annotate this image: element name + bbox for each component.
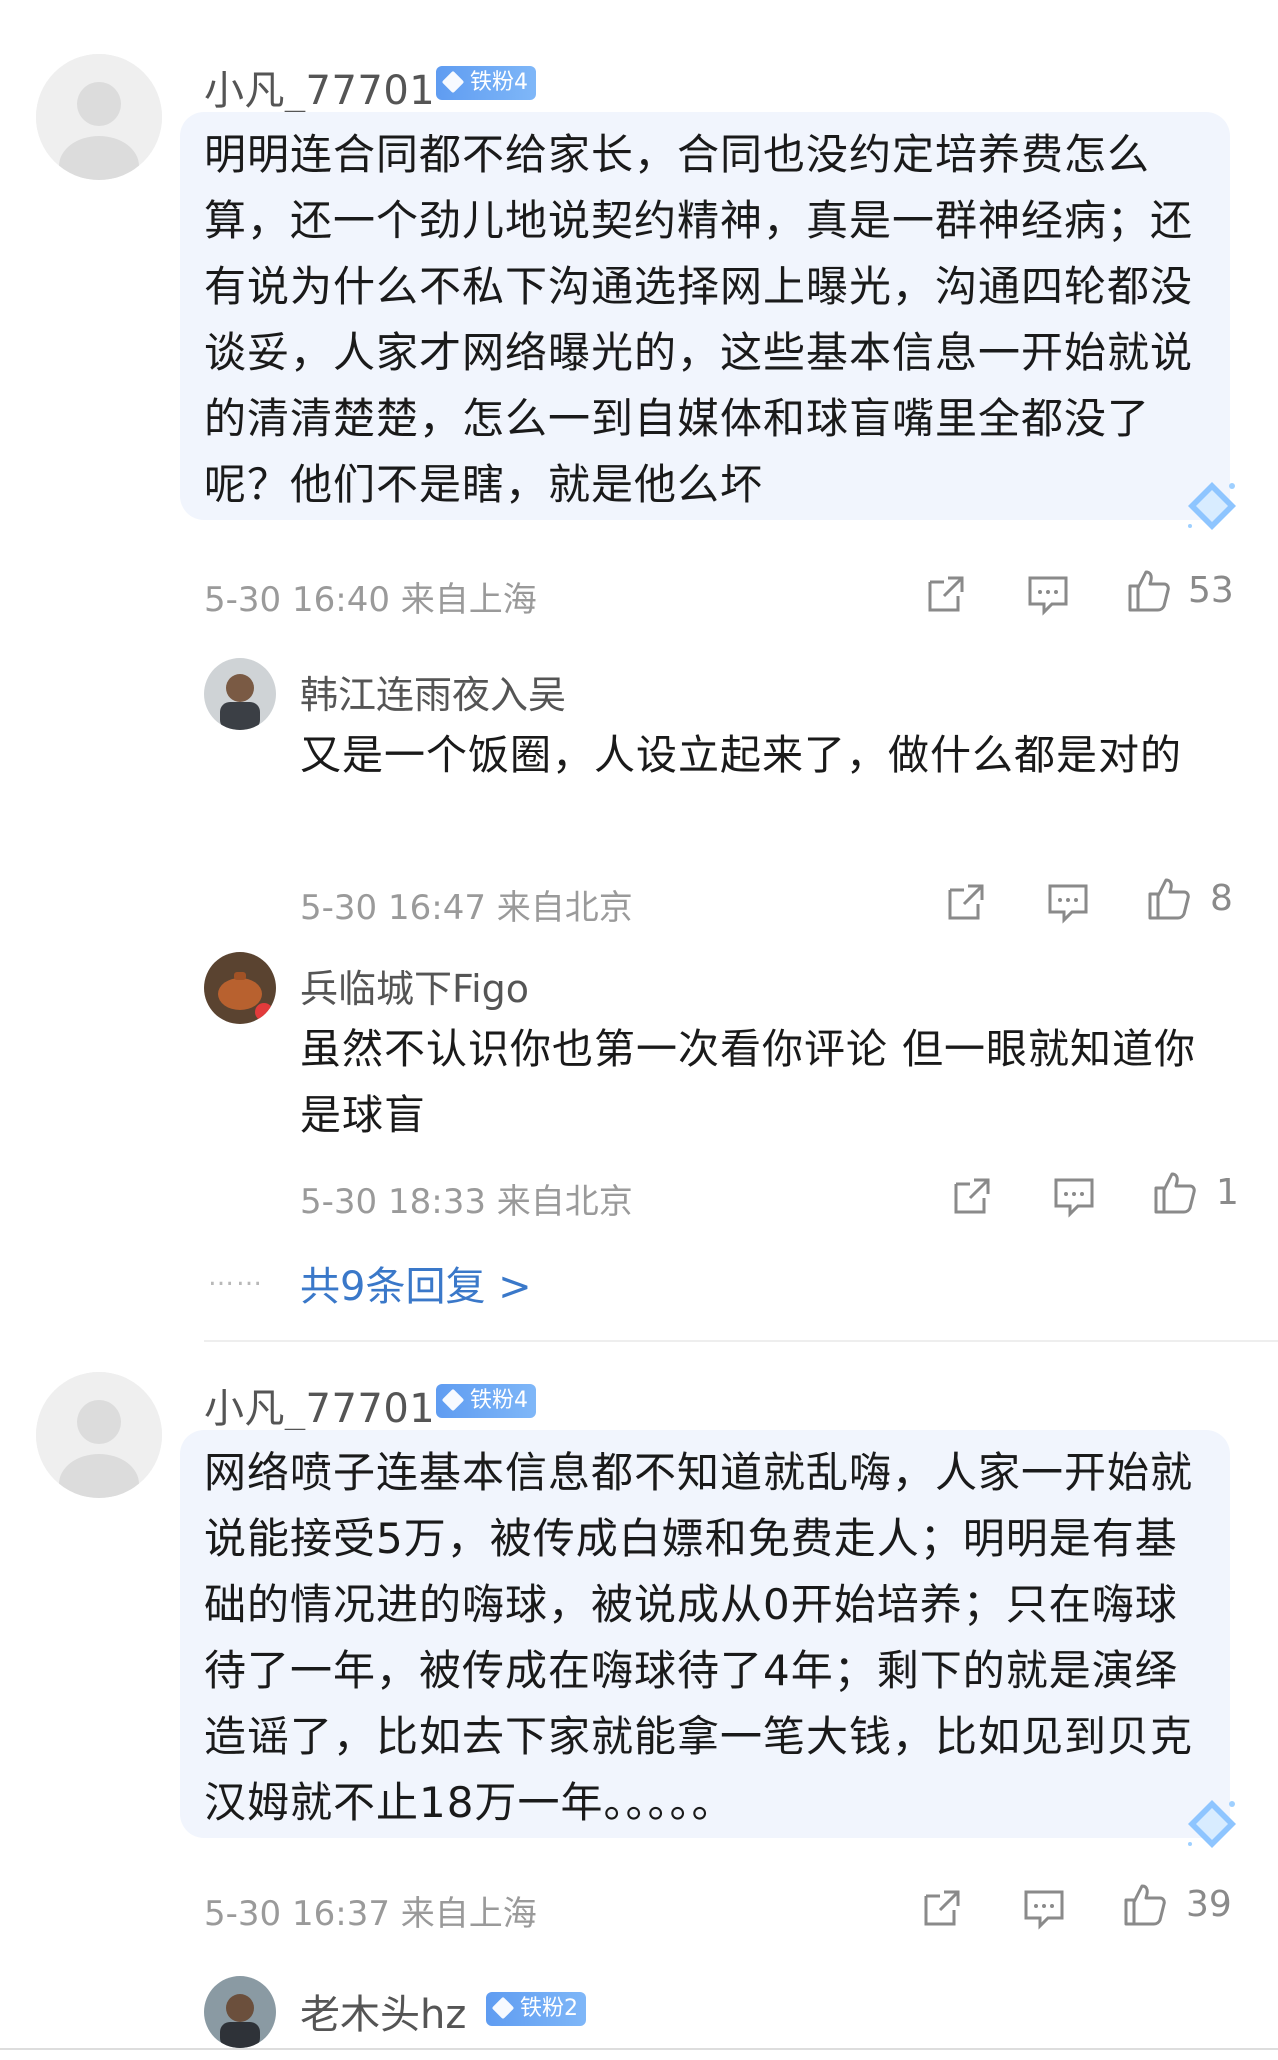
badge-label: 铁粉4: [470, 1388, 528, 1413]
fan-badge[interactable]: 铁粉4: [436, 66, 536, 100]
more-replies-dots: ……: [208, 1262, 264, 1292]
comment-icon: [1048, 884, 1088, 924]
share-icon: [954, 1178, 990, 1214]
avatar-photo-icon: [204, 1976, 276, 2048]
default-avatar-icon: [36, 54, 162, 180]
like-count: 39: [1186, 1884, 1232, 1925]
badge-label: 铁粉4: [470, 70, 528, 95]
reply-avatar[interactable]: [204, 952, 276, 1024]
badge-diamond-icon: [441, 70, 465, 94]
like-icon: [1148, 878, 1190, 920]
comment-text: 网络喷子连基本信息都不知道就乱嗨，人家一开始就说能接受5万，被传成白嫖和免费走人…: [204, 1448, 1194, 1827]
comment-2: 小凡_77701 铁粉4 网络喷子连基本信息都不知道就乱嗨，人家一开始就说能接受…: [0, 1320, 1278, 1980]
share-icon: [924, 1890, 960, 1926]
more-replies-link[interactable]: 共9条回复 >: [300, 1254, 532, 1312]
comment-icon: [1024, 1890, 1064, 1930]
badge-diamond-icon: [441, 1388, 465, 1412]
comment-username[interactable]: 小凡_77701: [204, 1376, 435, 1434]
comment-meta: 5-30 16:37 来自上海: [204, 1894, 537, 1934]
like-icon: [1124, 1884, 1166, 1926]
comment-icon: [1054, 1178, 1094, 1218]
badge-label: 铁粉2: [520, 1996, 578, 2021]
reply-text: 虽然不认识你也第一次看你评论 但一眼就知道你是球盲: [300, 1025, 1197, 1139]
badge-diamond-icon: [491, 1996, 515, 2020]
like-button[interactable]: [1120, 1880, 1168, 1928]
share-icon: [948, 884, 984, 920]
avatar-teapot-icon: [204, 952, 276, 1024]
comment-button[interactable]: [1020, 1884, 1068, 1932]
reply-username[interactable]: 韩江连雨夜入吴: [300, 664, 566, 719]
comment-username[interactable]: 老木头hz: [300, 1982, 466, 2040]
reply-share-button[interactable]: [948, 1172, 996, 1220]
fan-badge[interactable]: 铁粉4: [436, 1384, 536, 1418]
comment-text: 明明连合同都不给家长，合同也没约定培养费怎么算，还一个劲儿地说契约精神，真是一群…: [204, 130, 1194, 509]
reply-meta: 5-30 16:47 来自北京: [300, 888, 633, 928]
share-button[interactable]: [922, 570, 970, 618]
comment-button[interactable]: [1024, 570, 1072, 618]
share-icon: [928, 576, 964, 612]
comment-1: 小凡_77701 铁粉4 明明连合同都不给家长，合同也没约定培养费怎么算，还一个…: [0, 0, 1278, 1320]
share-button[interactable]: [918, 1884, 966, 1932]
avatar-photo-icon: [204, 658, 276, 730]
reply-avatar[interactable]: [204, 1976, 276, 2048]
avatar[interactable]: [36, 54, 162, 180]
like-icon: [1128, 570, 1170, 612]
like-count: 53: [1188, 570, 1234, 611]
reply-comment-button[interactable]: [1050, 1172, 1098, 1220]
reply-like-button[interactable]: [1144, 874, 1192, 922]
default-avatar-icon: [36, 1372, 162, 1498]
reply-comment-button[interactable]: [1044, 878, 1092, 926]
comment-3: 老木头hz 铁粉2: [0, 1970, 1278, 2060]
comment-meta: 5-30 16:40 来自上海: [204, 580, 537, 620]
reply-like-count: 8: [1210, 878, 1233, 919]
like-button[interactable]: [1124, 566, 1172, 614]
reply-meta: 5-30 18:33 来自北京: [300, 1182, 633, 1222]
avatar[interactable]: [36, 1372, 162, 1498]
reply-avatar[interactable]: [204, 658, 276, 730]
reply-username[interactable]: 兵临城下Figo: [300, 958, 529, 1013]
reply-text: 又是一个饭圈，人设立起来了，做什么都是对的: [300, 731, 1182, 779]
gem-icon: [1188, 1800, 1236, 1848]
comment-username[interactable]: 小凡_77701: [204, 58, 435, 116]
comment-icon: [1028, 576, 1068, 616]
bottom-divider: [0, 2048, 1278, 2050]
like-icon: [1154, 1172, 1196, 1214]
gem-icon: [1188, 482, 1236, 530]
fan-badge[interactable]: 铁粉2: [486, 1992, 586, 2026]
reply-like-button[interactable]: [1150, 1168, 1198, 1216]
reply-like-count: 1: [1216, 1172, 1239, 1213]
reply-share-button[interactable]: [942, 878, 990, 926]
